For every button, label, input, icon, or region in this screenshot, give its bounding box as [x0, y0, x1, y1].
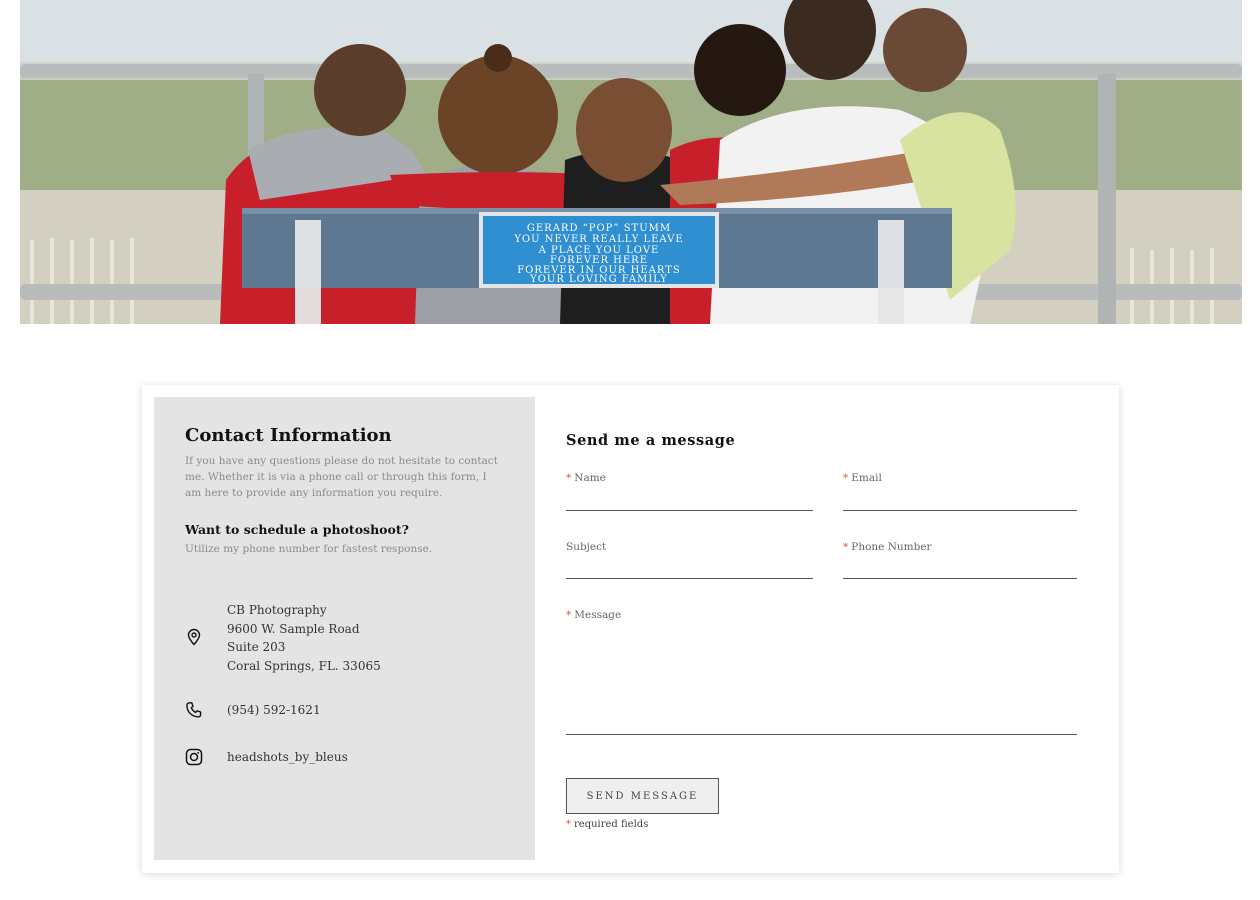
- contact-info-intro: If you have any questions please do not …: [185, 455, 498, 499]
- name-label: * Name: [566, 472, 606, 484]
- hero-photo: GERARD “POP” STUMM YOU NEVER REALLY LEAV…: [20, 0, 1242, 324]
- required-mark: *: [843, 541, 849, 553]
- send-message-button[interactable]: SEND MESSAGE: [566, 778, 719, 814]
- hero-illustration: GERARD “POP” STUMM YOU NEVER REALLY LEAV…: [20, 0, 1242, 324]
- required-mark: *: [566, 609, 572, 621]
- required-fields-note: * required fields: [566, 819, 649, 830]
- phone-number[interactable]: (954) 592-1621: [227, 701, 321, 720]
- address-text: CB Photography 9600 W. Sample Road Suite…: [227, 601, 381, 675]
- address-line: Coral Springs, FL. 33065: [227, 658, 381, 673]
- schedule-note: Utilize my phone number for fastest resp…: [185, 543, 433, 555]
- phone-icon: [185, 701, 203, 719]
- required-mark: *: [843, 472, 849, 484]
- name-field: * Name: [566, 472, 813, 511]
- message-label: * Message: [566, 609, 622, 621]
- contact-info-panel: Contact Information If you have any ques…: [154, 397, 535, 860]
- contact-card: Contact Information If you have any ques…: [142, 385, 1119, 873]
- plaque-line-6: YOUR LOVING FAMILY: [529, 274, 668, 285]
- message-textarea[interactable]: [566, 635, 1077, 735]
- subject-label: Subject: [566, 541, 607, 553]
- instagram-handle[interactable]: headshots_by_bleus: [227, 748, 348, 767]
- name-input[interactable]: [566, 487, 813, 511]
- message-field: * Message: [566, 609, 1077, 735]
- address-line: Suite 203: [227, 640, 286, 654]
- contact-info-title: Contact Information: [185, 425, 392, 446]
- plaque-line-1: GERARD “POP” STUMM: [527, 223, 671, 234]
- phone-number-field: * Phone Number: [843, 541, 1077, 579]
- phone-number-label: * Phone Number: [843, 541, 932, 553]
- subject-field: Subject: [566, 541, 813, 579]
- phone-number-input[interactable]: [843, 555, 1077, 579]
- email-label: * Email: [843, 472, 882, 484]
- subject-input[interactable]: [566, 555, 813, 579]
- plaque-line-2: YOU NEVER REALLY LEAVE: [513, 234, 683, 245]
- address-line: CB Photography: [227, 603, 327, 617]
- required-mark: *: [566, 472, 572, 484]
- schedule-title: Want to schedule a photoshoot?: [185, 522, 409, 537]
- email-input[interactable]: [843, 487, 1077, 511]
- required-mark: *: [566, 819, 571, 830]
- email-field: * Email: [843, 472, 1077, 511]
- instagram-icon: [185, 748, 203, 766]
- form-title: Send me a message: [566, 432, 736, 449]
- address-line: 9600 W. Sample Road: [227, 621, 360, 636]
- map-pin-icon: [185, 628, 203, 646]
